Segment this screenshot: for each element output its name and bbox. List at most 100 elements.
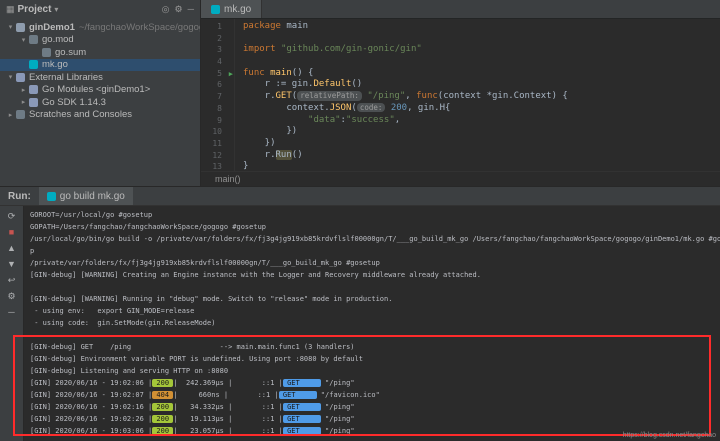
- console-text: [GIN-debug] [WARNING] Creating an Engine…: [30, 271, 481, 279]
- console-text: [GIN-debug] Listening and serving HTTP o…: [30, 367, 228, 375]
- lib-icon: [29, 85, 38, 94]
- tree-chevron-icon[interactable]: ▾: [6, 73, 15, 81]
- code-token: (: [351, 103, 356, 113]
- hide-icon[interactable]: ─: [188, 4, 194, 14]
- console-line: GOPATH=/Users/fangchao/fangchaoWorkSpace…: [30, 221, 720, 233]
- console-line: [GIN] 2020/06/16 - 19:02:07 | 404 | 660n…: [30, 389, 720, 401]
- editor-code-area[interactable]: 12345▶678910111213 package mainimport "g…: [201, 19, 720, 171]
- code-line: func main() {: [243, 68, 720, 80]
- run-panel-header: Run: go build mk.go: [0, 187, 720, 206]
- code-line: "data":"success",: [243, 115, 720, 127]
- gutter-line: 9: [201, 115, 234, 127]
- console-text: "/ping": [321, 379, 355, 387]
- console-text: "/favicon.ico": [317, 391, 380, 399]
- scratch-icon: [16, 110, 25, 119]
- go-to-top-icon[interactable]: ▲: [5, 242, 19, 255]
- console-text: [GIN] 2020/06/16 - 19:02:07 |: [30, 391, 152, 399]
- code-line: }: [243, 161, 720, 171]
- rerun-icon[interactable]: ⟳: [5, 210, 19, 223]
- console-text: [GIN-debug] Environment variable PORT is…: [30, 355, 363, 363]
- stop-icon[interactable]: ■: [5, 226, 19, 239]
- code-line: }): [243, 126, 720, 138]
- code-token: ,: [395, 115, 400, 125]
- run-panel: Run: go build mk.go ⟳ ■ ▲ ▼ ↩ ⚙ ─ GOROOT=/usr/…: [0, 186, 720, 441]
- tree-item-gindemo1[interactable]: ▾ginDemo1~/fangchaoWorkSpace/gogogo/ginD…: [0, 21, 200, 34]
- tree-item-scratches[interactable]: ▸Scratches and Consoles: [0, 109, 200, 122]
- gutter-line: 13: [201, 161, 234, 171]
- console-text: /private/var/folders/fx/fj3g4jg919xb85kr…: [30, 259, 380, 267]
- console-line: - using env: export GIN_MODE=release: [30, 305, 720, 317]
- tree-item-go-modules[interactable]: ▸Go Modules <ginDemo1>: [0, 84, 200, 97]
- gutter-line: 5▶: [201, 68, 234, 80]
- project-tree: ▾ginDemo1~/fangchaoWorkSpace/gogogo/ginD…: [0, 19, 200, 186]
- code-token: ,: [405, 91, 416, 101]
- code-token: r.: [243, 91, 276, 101]
- tree-item-label: External Libraries: [29, 72, 103, 83]
- console-line: [GIN-debug] GET /ping --> main.main.func…: [30, 341, 720, 353]
- code-token: main: [270, 68, 292, 78]
- inlay-hint: code:: [357, 103, 386, 113]
- tree-chevron-icon[interactable]: ▾: [19, 36, 28, 44]
- tree-item-label: ginDemo1: [29, 22, 75, 33]
- console-text: | 19.113µs | ::1 |: [173, 415, 283, 423]
- code-token: package: [243, 21, 281, 31]
- http-method-badge: GET: [283, 379, 321, 387]
- locate-icon[interactable]: ◎: [162, 4, 170, 14]
- console-text: [GIN] 2020/06/16 - 19:02:16 |: [30, 403, 152, 411]
- console-line: p: [30, 245, 720, 257]
- console-text: "/ping": [321, 427, 355, 435]
- console-output[interactable]: GOROOT=/usr/local/go #gosetupGOPATH=/Use…: [24, 206, 720, 441]
- project-tool-window-icon[interactable]: ▦: [6, 4, 15, 15]
- breadcrumb: main(): [201, 171, 720, 186]
- code-line: r.GET(relativePath: "/ping", func(contex…: [243, 91, 720, 103]
- chevron-down-icon[interactable]: ▾: [54, 5, 58, 14]
- gutter-line: 11: [201, 138, 234, 150]
- tree-item-go-mod[interactable]: ▾go.mod: [0, 34, 200, 47]
- code-token: "/ping": [367, 91, 405, 101]
- tree-item-go-sum[interactable]: go.sum: [0, 46, 200, 59]
- http-status-badge: 404: [152, 391, 173, 399]
- breadcrumb-item-main[interactable]: main(): [215, 174, 241, 184]
- console-text: - using code: gin.SetMode(gin.ReleaseMod…: [30, 319, 215, 327]
- console-text: | 242.369µs | ::1 |: [173, 379, 283, 387]
- inlay-hint: relativePath:: [297, 91, 362, 101]
- run-panel-title: Run:: [8, 191, 31, 202]
- tree-item-go-sdk[interactable]: ▸Go SDK 1.14.3: [0, 96, 200, 109]
- modfile-icon: [42, 48, 51, 57]
- tree-item-mk-go[interactable]: mk.go: [0, 59, 200, 72]
- tree-chevron-icon[interactable]: ▸: [6, 111, 15, 119]
- console-line: [GIN] 2020/06/16 - 19:02:06 | 200 | 242.…: [30, 377, 720, 389]
- http-method-badge: GET: [283, 403, 321, 411]
- console-line: GOROOT=/usr/local/go #gosetup: [30, 209, 720, 221]
- tree-chevron-icon[interactable]: ▸: [19, 86, 28, 94]
- project-panel-title: Project: [18, 4, 52, 15]
- code-token: import: [243, 44, 281, 54]
- http-status-badge: 200: [152, 403, 173, 411]
- code-line: r.Run(): [243, 150, 720, 162]
- soft-wrap-icon[interactable]: ↩: [5, 274, 19, 287]
- project-panel: ▦ Project ▾ ◎ ⚙ ─ ▾ginDemo1~/fangchaoWorkS…: [0, 0, 201, 186]
- console-settings-icon[interactable]: ⚙: [5, 290, 19, 303]
- code-token: JSON: [330, 103, 352, 113]
- tree-chevron-icon[interactable]: ▾: [6, 23, 15, 31]
- console-text: | 23.057µs | ::1 |: [173, 427, 283, 435]
- code-token: func: [416, 91, 438, 101]
- gofile-icon: [29, 60, 38, 69]
- code-line: [243, 33, 720, 45]
- run-main-gutter-icon[interactable]: ▶: [229, 69, 233, 79]
- settings-icon[interactable]: ⚙: [175, 4, 183, 14]
- run-config-tab[interactable]: go build mk.go: [39, 187, 133, 205]
- console-line: /private/var/folders/fx/fj3g4jg919xb85kr…: [30, 257, 720, 269]
- collapse-icon[interactable]: ─: [5, 306, 19, 319]
- watermark: https://blog.csdn.net/fangchao: [623, 432, 716, 439]
- console-text: "/ping": [321, 415, 355, 423]
- http-method-badge: GET: [279, 391, 317, 399]
- tree-item-external-libraries[interactable]: ▾ External Libraries: [0, 71, 200, 84]
- console-line: /usr/local/go/bin/go build -o /private/v…: [30, 233, 720, 245]
- go-to-bottom-icon[interactable]: ▼: [5, 258, 19, 271]
- console-line: [GIN] 2020/06/16 - 19:02:26 | 200 | 19.1…: [30, 413, 720, 425]
- code-token: [243, 115, 308, 125]
- code-token: context.: [243, 103, 330, 113]
- tree-chevron-icon[interactable]: ▸: [19, 98, 28, 106]
- editor-tab-mk-go[interactable]: mk.go: [201, 0, 262, 18]
